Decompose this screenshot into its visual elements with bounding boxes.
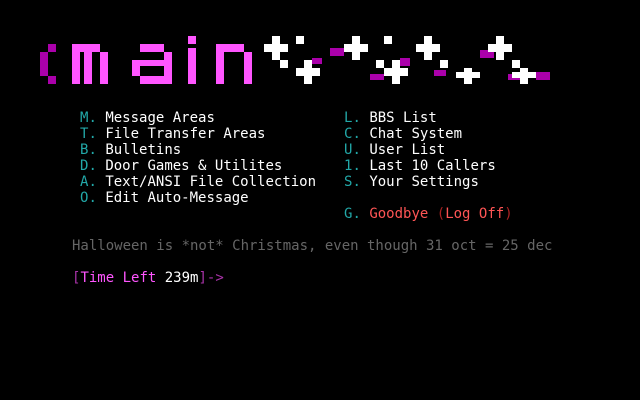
- menu-separator: .: [352, 126, 361, 142]
- command-prompt[interactable]: [Time Left 239m]->: [72, 270, 224, 286]
- auto-message-text: Halloween is *not* Christmas, even thoug…: [72, 238, 553, 254]
- menu-separator: .: [352, 174, 361, 190]
- menu-label: File Transfer Areas: [105, 126, 266, 142]
- menu-separator: .: [88, 174, 97, 190]
- menu-label: Text/ANSI File Collection: [105, 174, 317, 190]
- menu-label: Bulletins: [105, 142, 182, 158]
- menu-item-file-transfer-areas[interactable]: T. File Transfer Areas: [80, 126, 316, 142]
- goodbye-sublabel: Log Off: [445, 206, 505, 222]
- menu-spacer: [344, 190, 513, 206]
- menu-column-right: L. BBS List C. Chat System U. User List …: [344, 110, 513, 222]
- menu-separator: .: [88, 190, 97, 206]
- menu-item-door-games[interactable]: D. Door Games & Utilites: [80, 158, 316, 174]
- menu-label: Chat System: [369, 126, 463, 142]
- menu-label: Door Games & Utilites: [105, 158, 283, 174]
- prompt-label: Time Left: [80, 270, 165, 286]
- menu-separator: .: [352, 158, 361, 174]
- menu-item-last-callers[interactable]: 1. Last 10 Callers: [344, 158, 513, 174]
- menu-separator: .: [352, 206, 361, 222]
- menu-item-user-list[interactable]: U. User List: [344, 142, 513, 158]
- prompt-arrow: ->: [206, 270, 224, 286]
- menu-separator: .: [352, 110, 361, 126]
- menu-item-goodbye[interactable]: G. Goodbye (Log Off): [344, 206, 513, 222]
- menu-item-chat-system[interactable]: C. Chat System: [344, 126, 513, 142]
- menu-label: Message Areas: [105, 110, 215, 126]
- menu-item-your-settings[interactable]: S. Your Settings: [344, 174, 513, 190]
- menu-item-bulletins[interactable]: B. Bulletins: [80, 142, 316, 158]
- menu-item-bbs-list[interactable]: L. BBS List: [344, 110, 513, 126]
- prompt-time-value: 239m: [164, 270, 199, 286]
- menu-label: Goodbye: [369, 206, 429, 222]
- menu-label: Your Settings: [369, 174, 479, 190]
- main-menu-banner-art: [40, 36, 550, 84]
- menu-column-left: M. Message Areas T. File Transfer Areas …: [80, 110, 316, 206]
- goodbye-paren-open: (: [436, 206, 446, 222]
- menu-separator: .: [88, 110, 97, 126]
- prompt-bracket-close: ]: [198, 270, 207, 286]
- menu-label: Edit Auto-Message: [105, 190, 249, 206]
- menu-label: User List: [369, 142, 446, 158]
- menu-item-message-areas[interactable]: M. Message Areas: [80, 110, 316, 126]
- menu-label: Last 10 Callers: [369, 158, 496, 174]
- bbs-main-menu-screen: M. Message Areas T. File Transfer Areas …: [0, 0, 640, 400]
- menu-label: BBS List: [369, 110, 437, 126]
- menu-item-edit-auto-message[interactable]: O. Edit Auto-Message: [80, 190, 316, 206]
- goodbye-paren-close: ): [504, 206, 513, 222]
- menu-separator: .: [88, 158, 97, 174]
- menu-separator: .: [88, 142, 97, 158]
- menu-item-text-ansi-collection[interactable]: A. Text/ANSI File Collection: [80, 174, 316, 190]
- menu-separator: .: [88, 126, 97, 142]
- menu-separator: .: [352, 142, 361, 158]
